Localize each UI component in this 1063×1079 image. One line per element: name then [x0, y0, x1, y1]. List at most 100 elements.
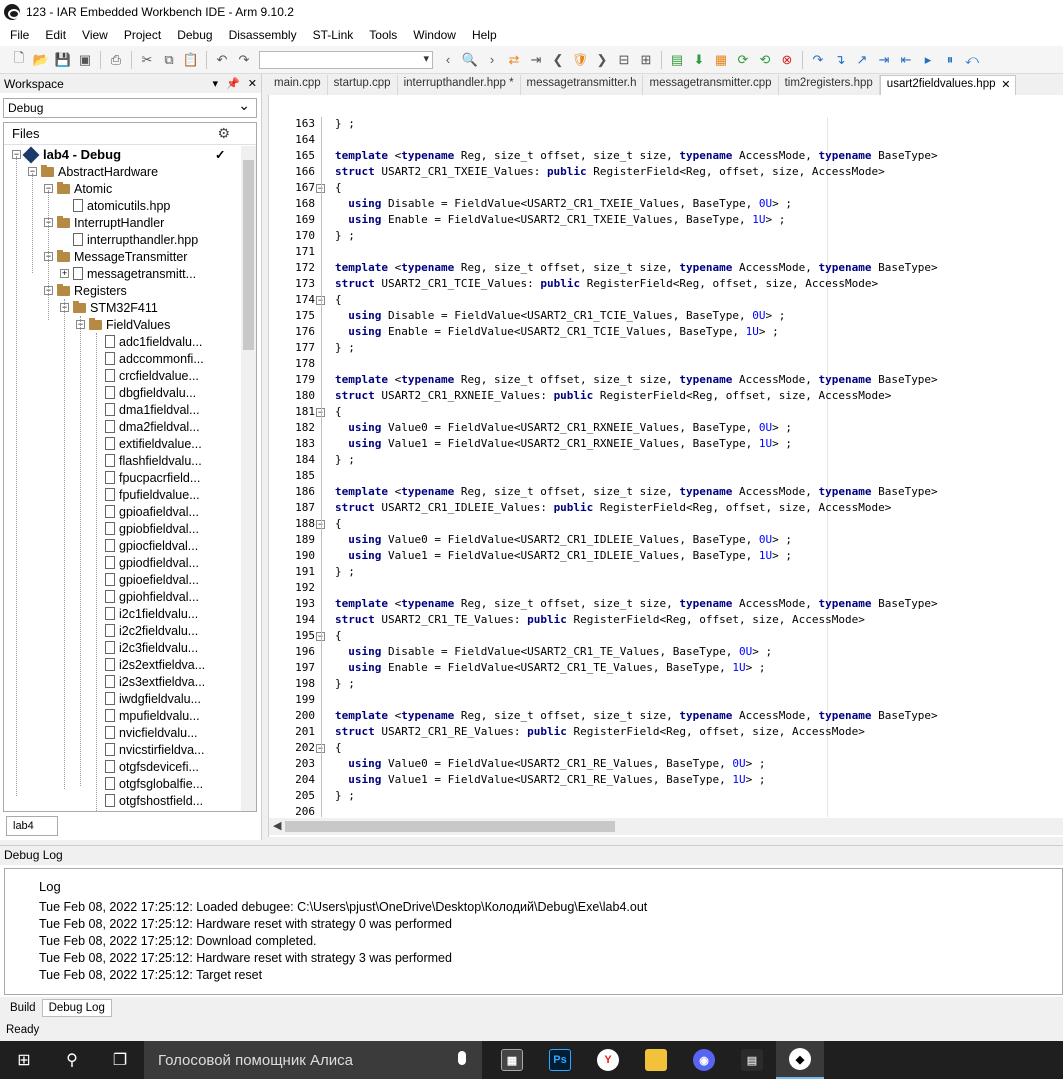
debug-without-download-icon[interactable]: ⟲	[754, 49, 776, 71]
code-line[interactable]: } ;	[335, 229, 355, 242]
pin-icon[interactable]: 📌	[226, 77, 240, 90]
log-entry[interactable]: Tue Feb 08, 2022 17:25:12: Loaded debuge…	[39, 900, 647, 914]
close-icon[interactable]: ✕	[1001, 78, 1010, 91]
tree-file-item[interactable]: mpufieldvalu...	[92, 707, 200, 724]
code-line[interactable]: struct USART2_CR1_TE_Values: public Regi…	[335, 613, 865, 626]
horizontal-scrollbar[interactable]: ◀	[269, 818, 1063, 835]
break-icon[interactable]: ⏸	[939, 49, 961, 71]
close-icon[interactable]: ✕	[248, 77, 257, 90]
code-line[interactable]: struct USART2_CR1_TCIE_Values: public Re…	[335, 277, 878, 290]
download-debug-icon[interactable]: ⟳	[732, 49, 754, 71]
scrollbar-thumb[interactable]	[285, 821, 615, 832]
go-icon[interactable]: ▸	[917, 49, 939, 71]
editor-tab[interactable]: messagetransmitter.cpp	[643, 75, 779, 95]
code-line[interactable]: } ;	[335, 117, 355, 130]
tree-folder-item[interactable]: − InterruptHandler	[44, 214, 164, 231]
tree-file-item[interactable]: gpiobfieldval...	[92, 520, 199, 537]
editor-tab[interactable]: usart2fieldvalues.hpp ✕	[879, 75, 1017, 95]
stop-debug-icon[interactable]: ⊗	[776, 49, 798, 71]
reset-icon[interactable]: ⤺	[961, 49, 983, 71]
find-combo[interactable]	[259, 50, 433, 69]
navigate-back-icon[interactable]: ❮	[547, 49, 569, 71]
code-line[interactable]: {	[335, 293, 342, 306]
save-all-icon[interactable]: ▣	[74, 49, 96, 71]
tree-file-item[interactable]: fpufieldvalue...	[92, 486, 200, 503]
tree-file-item[interactable]: atomicutils.hpp	[60, 197, 170, 214]
save-icon[interactable]: 💾	[52, 49, 74, 71]
tree-file-item[interactable]: gpiocfieldval...	[92, 537, 198, 554]
tree-file-item[interactable]: otgfshostfield...	[92, 792, 203, 809]
log-entry[interactable]: Tue Feb 08, 2022 17:25:12: Hardware rese…	[39, 951, 452, 965]
photoshop-app[interactable]: Ps	[536, 1041, 584, 1079]
editor-tab[interactable]: messagetransmitter.h	[521, 75, 644, 95]
code-line[interactable]: {	[335, 629, 342, 642]
tree-folder-item[interactable]: − Atomic	[44, 180, 112, 197]
stop-build-icon[interactable]: ▦	[710, 49, 732, 71]
menu-edit[interactable]: Edit	[37, 28, 74, 42]
tree-folder-item[interactable]: − STM32F411	[60, 299, 158, 316]
code-line[interactable]: } ;	[335, 789, 355, 802]
tree-folder-item[interactable]: − MessageTransmitter	[44, 248, 187, 265]
search-input[interactable]: Голосовой помощник Алиса	[144, 1041, 482, 1079]
redo-icon[interactable]: ↷	[233, 49, 255, 71]
tree-file-item[interactable]: i2s3extfieldva...	[92, 673, 205, 690]
file-explorer-app[interactable]	[632, 1041, 680, 1079]
tree-file-item[interactable]: fpucpacrfield...	[92, 469, 200, 486]
tree-file-item[interactable]: gpiodfieldval...	[92, 554, 199, 571]
menu-tools[interactable]: Tools	[361, 28, 405, 42]
menu-help[interactable]: Help	[464, 28, 505, 42]
code-editor[interactable]: 163164165166167−168169170171172173174−17…	[268, 95, 1063, 837]
panel-menu-icon[interactable]: ▾	[213, 77, 219, 90]
tree-file-item[interactable]: dma1fieldval...	[92, 401, 200, 418]
scrollbar-thumb[interactable]	[243, 160, 254, 350]
new-file-icon[interactable]: 🗋	[8, 49, 30, 71]
code-line[interactable]: using Disable = FieldValue<USART2_CR1_TX…	[335, 197, 792, 210]
tree-file-item[interactable]: otgfsglobalfie...	[92, 775, 203, 792]
code-line[interactable]: using Value0 = FieldValue<USART2_CR1_IDL…	[335, 533, 792, 546]
iar-workbench-app[interactable]: ◆	[776, 1041, 824, 1079]
scroll-left-icon[interactable]: ◀	[273, 819, 281, 832]
code-line[interactable]: using Value1 = FieldValue<USART2_CR1_RXN…	[335, 437, 792, 450]
tree-file-item[interactable]: i2c1fieldvalu...	[92, 605, 198, 622]
tree-file-item[interactable]: nvicfieldvalu...	[92, 724, 198, 741]
menu-debug[interactable]: Debug	[169, 28, 220, 42]
tree-file-item[interactable]: iwdgfieldvalu...	[92, 690, 201, 707]
run-to-cursor-icon[interactable]: ⇤	[895, 49, 917, 71]
code-line[interactable]: using Value0 = FieldValue<USART2_CR1_RXN…	[335, 421, 792, 434]
tree-file-item[interactable]: otgfsdevicefi...	[92, 758, 199, 775]
output-tab-debug-log[interactable]: Debug Log	[41, 999, 112, 1017]
code-line[interactable]: {	[335, 517, 342, 530]
code-line[interactable]: } ;	[335, 453, 355, 466]
tree-folder-item[interactable]: − Registers	[44, 282, 127, 299]
code-line[interactable]: } ;	[335, 341, 355, 354]
tree-file-item[interactable]: dbgfieldvalu...	[92, 384, 196, 401]
editor-tab[interactable]: tim2registers.hpp	[779, 75, 880, 95]
navigate-forward-icon[interactable]: ❯	[591, 49, 613, 71]
microphone-icon[interactable]	[458, 1051, 466, 1065]
tree-file-item[interactable]: i2s2extfieldva...	[92, 656, 205, 673]
debug-log-list[interactable]: Log Tue Feb 08, 2022 17:25:12: Loaded de…	[4, 868, 1063, 995]
code-line[interactable]: struct USART2_CR1_RXNEIE_Values: public …	[335, 389, 891, 402]
cut-icon[interactable]: ✂	[136, 49, 158, 71]
code-line[interactable]: struct USART2_CR1_IDLEIE_Values: public …	[335, 501, 891, 514]
tree-file-item[interactable]: dma2fieldval...	[92, 418, 200, 435]
expand-icon[interactable]: +	[60, 269, 69, 278]
previous-bookmark-icon[interactable]: ⊟	[613, 49, 635, 71]
tree-file-item[interactable]: adc1fieldvalu...	[92, 333, 202, 350]
editor-tab[interactable]: startup.cpp	[328, 75, 398, 95]
discord-app[interactable]: ◉	[680, 1041, 728, 1079]
log-entry[interactable]: Tue Feb 08, 2022 17:25:12: Target reset	[39, 968, 262, 982]
copy-icon[interactable]: ⧉	[158, 49, 180, 71]
tree-file-item[interactable]: gpioefieldval...	[92, 571, 199, 588]
menu-window[interactable]: Window	[405, 28, 464, 42]
next-statement-icon[interactable]: ⇥	[873, 49, 895, 71]
tree-folder-item[interactable]: − FieldValues	[76, 316, 170, 333]
replace-icon[interactable]: ⇄	[503, 49, 525, 71]
tree-file-item[interactable]: extifieldvalue...	[92, 435, 202, 452]
step-into-icon[interactable]: ↴	[829, 49, 851, 71]
output-tab-build[interactable]: Build	[4, 1000, 42, 1016]
menu-view[interactable]: View	[74, 28, 116, 42]
editor-tab[interactable]: main.cpp	[268, 75, 328, 95]
code-line[interactable]: using Disable = FieldValue<USART2_CR1_TE…	[335, 645, 772, 658]
step-out-icon[interactable]: ↗	[851, 49, 873, 71]
